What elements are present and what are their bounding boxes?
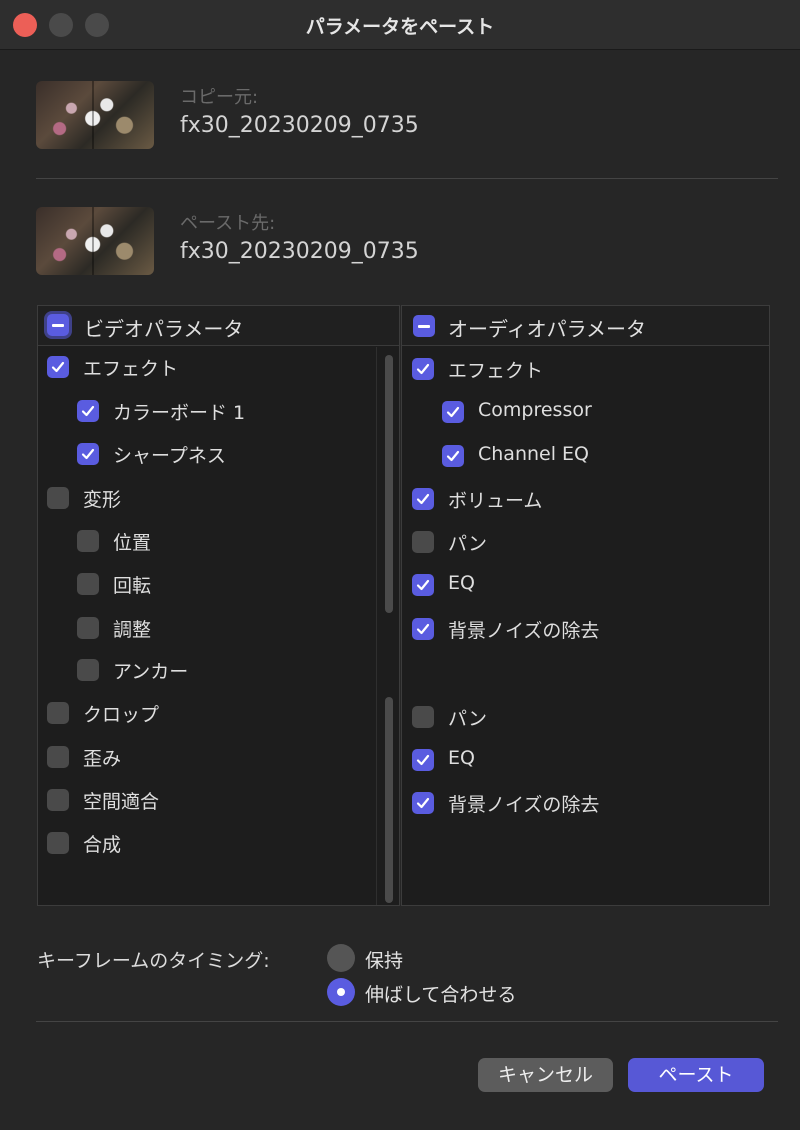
video-param-checkbox-2[interactable] bbox=[77, 443, 99, 465]
audio-parameters-checkbox[interactable] bbox=[413, 315, 435, 337]
video-param-checkbox-0[interactable] bbox=[47, 356, 69, 378]
video-param-checkbox-9[interactable] bbox=[47, 746, 69, 768]
scroll-thumb[interactable] bbox=[385, 697, 393, 903]
checkmark-icon bbox=[81, 448, 95, 460]
divider bbox=[36, 1021, 778, 1022]
audio-param-label-2: Channel EQ bbox=[478, 443, 590, 465]
video-param-label-10: 空間適合 bbox=[83, 791, 160, 813]
video-scrollbar[interactable] bbox=[376, 347, 398, 905]
keyframe-stretch-radio[interactable] bbox=[327, 978, 355, 1006]
checkmark-icon bbox=[416, 797, 430, 809]
audio-param-label-8: EQ bbox=[448, 747, 475, 769]
video-param-checkbox-1[interactable] bbox=[77, 400, 99, 422]
video-panel-title: ビデオパラメータ bbox=[84, 317, 244, 341]
video-param-label-4: 位置 bbox=[113, 532, 152, 554]
destination-thumbnail bbox=[36, 207, 154, 275]
video-parameters-checkbox[interactable] bbox=[47, 314, 69, 336]
divider bbox=[36, 178, 778, 179]
video-param-label-3: 変形 bbox=[83, 489, 122, 511]
checkmark-icon bbox=[446, 450, 460, 462]
video-param-checkbox-11[interactable] bbox=[47, 832, 69, 854]
audio-param-checkbox-7[interactable] bbox=[412, 706, 434, 728]
video-param-label-5: 回転 bbox=[113, 575, 152, 597]
checkmark-icon bbox=[416, 623, 430, 635]
video-param-label-6: 調整 bbox=[113, 619, 152, 641]
video-param-checkbox-4[interactable] bbox=[77, 530, 99, 552]
audio-param-checkbox-9[interactable] bbox=[412, 792, 434, 814]
video-param-checkbox-7[interactable] bbox=[77, 659, 99, 681]
keyframe-stretch-label: 伸ばして合わせる bbox=[365, 984, 517, 1006]
checkmark-icon bbox=[446, 406, 460, 418]
audio-param-checkbox-1[interactable] bbox=[442, 401, 464, 423]
destination-clip: ペースト先: fx30_20230209_0735 bbox=[0, 201, 800, 291]
audio-param-label-9: 背景ノイズの除去 bbox=[448, 794, 600, 816]
audio-param-label-6: 背景ノイズの除去 bbox=[448, 620, 600, 642]
destination-clip-name: fx30_20230209_0735 bbox=[180, 239, 419, 264]
audio-param-label-4: パン bbox=[448, 533, 487, 555]
video-param-label-9: 歪み bbox=[83, 748, 122, 770]
audio-param-checkbox-8[interactable] bbox=[412, 749, 434, 771]
keyframe-keep-radio[interactable] bbox=[327, 944, 355, 972]
video-param-checkbox-8[interactable] bbox=[47, 702, 69, 724]
checkmark-icon bbox=[416, 363, 430, 375]
source-thumbnail bbox=[36, 81, 154, 149]
paste-button[interactable]: ペースト bbox=[628, 1058, 764, 1092]
window-title: パラメータをペースト bbox=[305, 16, 495, 38]
video-param-checkbox-5[interactable] bbox=[77, 573, 99, 595]
video-param-checkbox-6[interactable] bbox=[77, 617, 99, 639]
source-label: コピー元: bbox=[180, 87, 259, 108]
video-param-label-11: 合成 bbox=[83, 834, 122, 856]
video-param-label-2: シャープネス bbox=[113, 445, 226, 467]
scroll-thumb[interactable] bbox=[385, 355, 393, 613]
audio-param-label-7: パン bbox=[448, 708, 487, 730]
video-param-label-7: アンカー bbox=[113, 661, 189, 683]
video-param-label-1: カラーボード 1 bbox=[113, 402, 246, 424]
checkmark-icon bbox=[416, 493, 430, 505]
audio-panel-title: オーディオパラメータ bbox=[448, 317, 646, 341]
audio-param-checkbox-6[interactable] bbox=[412, 618, 434, 640]
audio-param-checkbox-4[interactable] bbox=[412, 531, 434, 553]
audio-panel-header: オーディオパラメータ bbox=[402, 306, 769, 346]
audio-param-checkbox-0[interactable] bbox=[412, 358, 434, 380]
audio-param-label-5: EQ bbox=[448, 572, 475, 594]
cancel-button[interactable]: キャンセル bbox=[478, 1058, 613, 1092]
keyframe-timing-label: キーフレームのタイミング: bbox=[37, 950, 270, 972]
video-param-checkbox-10[interactable] bbox=[47, 789, 69, 811]
source-clip-name: fx30_20230209_0735 bbox=[180, 113, 419, 138]
audio-param-checkbox-2[interactable] bbox=[442, 445, 464, 467]
video-param-checkbox-3[interactable] bbox=[47, 487, 69, 509]
video-param-label-0: エフェクト bbox=[83, 358, 179, 380]
checkmark-icon bbox=[81, 405, 95, 417]
audio-param-label-0: エフェクト bbox=[448, 360, 544, 382]
audio-param-checkbox-3[interactable] bbox=[412, 488, 434, 510]
audio-parameters-panel: オーディオパラメータ エフェクト Compressor Channel EQ ボリュー… bbox=[401, 305, 770, 906]
video-panel-header: ビデオパラメータ bbox=[38, 306, 399, 346]
video-parameters-panel: ビデオパラメータ エフェクトカラーボード 1 シャープネス変形位置回転調整アンカー… bbox=[37, 305, 400, 906]
source-clip: コピー元: fx30_20230209_0735 bbox=[0, 75, 800, 165]
audio-param-checkbox-5[interactable] bbox=[412, 574, 434, 596]
checkmark-icon bbox=[416, 754, 430, 766]
checkmark-icon bbox=[51, 361, 65, 373]
audio-param-label-1: Compressor bbox=[478, 399, 592, 421]
title-bar: パラメータをペースト bbox=[0, 0, 800, 50]
keyframe-keep-label: 保持 bbox=[365, 950, 404, 972]
checkmark-icon bbox=[416, 579, 430, 591]
audio-param-label-3: ボリューム bbox=[448, 490, 543, 512]
video-param-label-8: クロップ bbox=[83, 704, 160, 726]
destination-label: ペースト先: bbox=[180, 213, 276, 234]
